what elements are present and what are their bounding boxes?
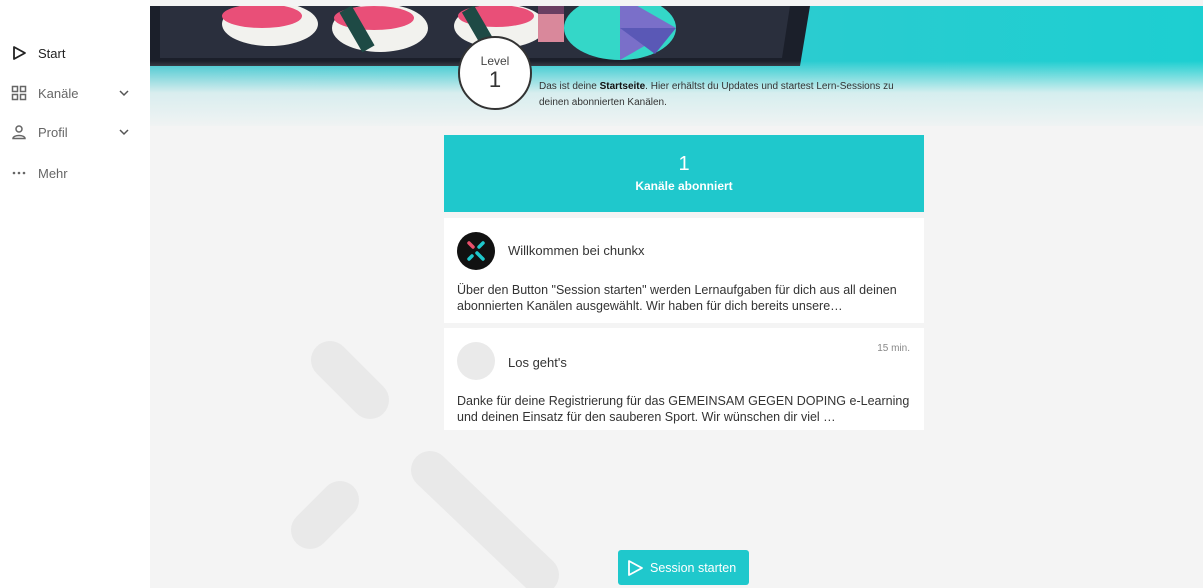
play-outline-icon	[10, 44, 28, 62]
sidebar-item-label: Mehr	[38, 165, 68, 181]
feed-item[interactable]: Los geht's 15 min. Danke für deine Regis…	[444, 328, 924, 430]
feed-item-timestamp: 15 min.	[877, 343, 910, 354]
intro-highlight: Startseite	[599, 81, 646, 92]
play-outline-icon	[626, 559, 644, 577]
feed-item-title: Los geht's	[508, 355, 567, 370]
feed-item-body: Danke für deine Registrierung für das GE…	[457, 394, 910, 424]
chevron-down-icon[interactable]	[116, 124, 132, 140]
feed-item[interactable]: Willkommen bei chunkx Über den Button "S…	[444, 218, 924, 323]
sidebar: Start Kanäle Profil Mehr	[0, 0, 150, 588]
feed-item-body: Über den Button "Session starten" werden…	[457, 283, 897, 313]
feed-item-title: Willkommen bei chunkx	[508, 243, 645, 258]
start-session-button[interactable]: Session starten	[618, 550, 749, 585]
chevron-down-icon[interactable]	[116, 85, 132, 101]
level-value: 1	[488, 67, 502, 92]
session-button-label: Session starten	[650, 560, 737, 575]
main-content: Level 1 Das ist deine Startseite. Hier e…	[150, 0, 1203, 588]
grid-icon	[10, 84, 28, 102]
dots-icon	[10, 164, 28, 182]
sidebar-item-label: Start	[38, 45, 66, 61]
channel-label: Kanäle abonniert	[635, 179, 733, 193]
intro-prefix: Das ist deine	[539, 81, 600, 92]
intro-text: Das ist deine Startseite. Hier erhältst …	[539, 79, 919, 111]
sidebar-item-profil[interactable]: Profil	[10, 120, 140, 144]
sidebar-item-start[interactable]: Start	[10, 41, 65, 65]
avatar	[457, 342, 495, 380]
level-label: Level	[480, 54, 510, 68]
channel-count: 1	[678, 153, 690, 175]
sidebar-item-mehr[interactable]: Mehr	[10, 161, 68, 185]
sidebar-item-kanaele[interactable]: Kanäle	[10, 81, 140, 105]
avatar	[457, 232, 495, 270]
chunkx-logo-icon	[467, 241, 485, 261]
subscribed-channels-panel[interactable]: 1 Kanäle abonniert	[444, 135, 924, 212]
sidebar-item-label: Profil	[38, 124, 68, 140]
person-icon	[10, 123, 28, 141]
level-badge: Level 1	[458, 36, 532, 110]
sidebar-item-label: Kanäle	[38, 85, 79, 101]
